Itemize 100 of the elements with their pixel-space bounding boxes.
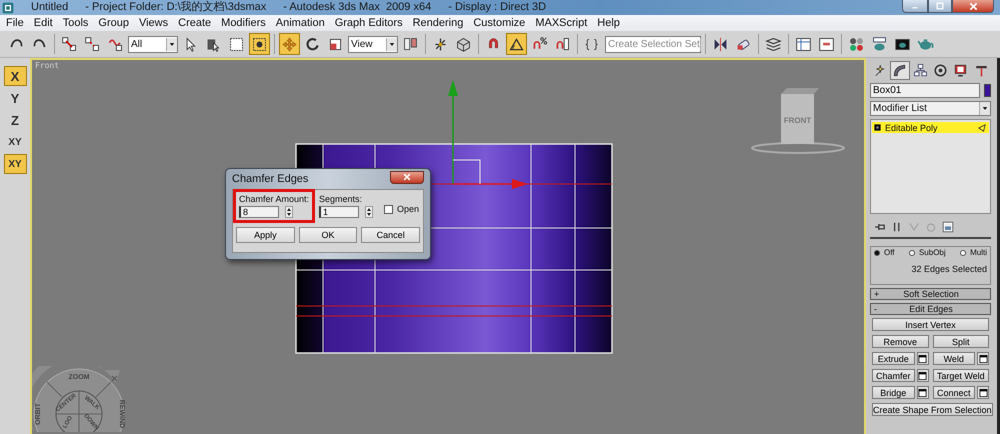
radio-button[interactable] [908,250,915,256]
edge-tool-button[interactable]: Create Shape From Selection [872,403,993,416]
teapot-window-icon [871,36,888,52]
wheel-icon [933,63,948,78]
settings-window-icon [918,372,927,380]
axis-button[interactable]: X [4,66,26,86]
menu-item[interactable]: Animation [270,15,330,31]
settings-button[interactable] [916,352,928,365]
window-title: Untitled [31,0,68,15]
edge-tool-button[interactable]: Remove [872,335,928,348]
dialog-button[interactable]: OK [298,227,358,243]
spinner-arrows-icon [366,207,372,217]
field-label: Chamfer Amount: [239,194,310,204]
menu-item[interactable]: Graph Editors [330,15,408,31]
angle-snap-button[interactable] [506,33,527,55]
menu-item[interactable]: Create [173,15,216,31]
menu-item[interactable]: File [1,15,29,31]
rollout-sign: - [874,304,878,314]
panel-tab[interactable] [890,61,910,80]
rollout-title: Edit Edges [908,304,954,314]
modifier-list-dropdown[interactable]: Modifier List [870,101,991,116]
object-color-swatch[interactable] [984,84,991,97]
toolbar-dropdown[interactable]: View [348,36,398,52]
settings-window-icon [918,388,927,396]
edge-tool-button[interactable]: Weld [932,352,975,365]
edge-tool-button[interactable]: Target Weld [932,369,989,382]
axis-button[interactable]: Z [4,110,26,130]
dialog-button[interactable]: Cancel [361,227,420,243]
dialog-title: Chamfer Edges [232,173,308,185]
window-title: - Project Folder: D:\我的文档\3dsmax [85,0,266,15]
move-button[interactable] [279,33,300,55]
radio-label: Multi [970,248,987,257]
checkbox[interactable] [384,204,394,214]
edge-tool-button[interactable]: Extrude [872,352,914,365]
dialog-close-button[interactable] [390,170,424,184]
settings-button[interactable] [977,352,989,365]
spinner-arrows-icon [286,207,292,217]
settings-button[interactable] [916,369,928,382]
move-icon [281,36,298,52]
angle-snap-icon [508,36,525,52]
close-icon [968,2,978,10]
window-title: - Display : Direct 3D [448,0,546,15]
app-icon [2,2,14,14]
field-label: Segments: [319,194,364,204]
spinner-snap-icon [554,36,571,52]
settings-button[interactable] [916,386,928,399]
menu-item[interactable]: Customize [468,15,530,31]
edge-tool-button[interactable]: Insert Vertex [872,318,989,331]
toolbar-dropdown[interactable]: All [128,36,178,52]
radio-button[interactable] [960,250,966,256]
radio-button[interactable] [874,250,880,256]
spinner-button[interactable] [285,206,293,218]
monitor-icon [953,63,968,78]
menu-item[interactable]: Rendering [408,15,468,31]
spheres-icon [848,36,865,52]
axis-button[interactable]: Y [4,88,26,108]
region-icon [228,36,245,52]
pin-icon [874,221,886,233]
window-crossing-button[interactable] [249,33,270,55]
menu-item[interactable]: Help [592,15,625,31]
edge-tool-button[interactable]: Connect [932,386,975,399]
viewport-label: Front [35,61,60,70]
restore-icon [936,2,944,10]
mirror-icon [712,36,729,52]
menu-item[interactable]: Modifiers [216,15,271,31]
rollout-header[interactable]: + Soft Selection [870,288,991,300]
radio-label: Off [884,248,895,257]
number-field[interactable]: 8 [239,206,279,218]
cube-icon [455,36,472,52]
rollout-header[interactable]: - Edit Edges [870,303,991,315]
close-button[interactable] [952,0,994,13]
menu-item[interactable]: Views [134,15,174,31]
unlink-icon [84,36,101,52]
dialog-button[interactable]: Apply [236,227,295,243]
rotate-icon [304,36,321,52]
radio-label: SubObj [918,248,946,257]
edge-tool-button[interactable]: Chamfer [872,369,914,382]
spinner-button[interactable] [365,206,374,218]
layers-icon [765,36,782,52]
checkbox-label: Open [397,204,420,214]
arc-icon [892,63,908,78]
close-icon [403,173,411,181]
object-name-field[interactable]: Box01 [870,83,980,98]
minimize-button[interactable] [902,0,928,13]
window-title: - Autodesk 3ds Max 2009 x64 [283,0,432,15]
menu-item[interactable]: Group [93,15,134,31]
edge-tool-button[interactable]: Split [932,335,989,348]
selection-info: 32 Edges Selected [910,264,987,274]
stack-item[interactable]: Editable Poly [872,122,989,133]
edge-tool-button[interactable]: Bridge [872,386,914,399]
settings-button[interactable] [977,386,989,399]
maximize-button[interactable] [928,0,952,13]
menu-item[interactable]: MAXScript [530,15,592,31]
number-field[interactable]: 1 [319,206,360,218]
axis-button[interactable]: XY [4,154,26,174]
menu-item[interactable]: Edit [28,15,58,31]
menu-item[interactable]: Tools [58,15,94,31]
axis-button[interactable]: XY [4,132,26,152]
hammer-icon [974,63,989,78]
settings-window-icon [978,354,988,362]
